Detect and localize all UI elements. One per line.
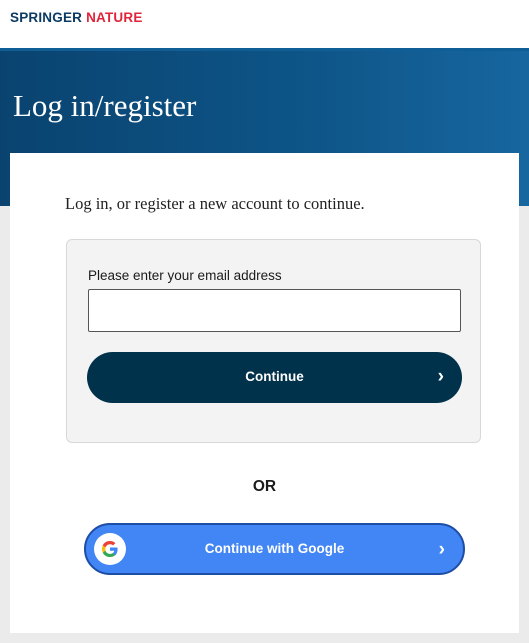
springer-nature-logo[interactable]: SPRINGER NATURE — [10, 10, 143, 25]
logo-nature: NATURE — [86, 10, 143, 25]
continue-with-google-button[interactable]: Continue with Google › — [84, 523, 465, 575]
page-title: Log in/register — [13, 88, 197, 123]
continue-button[interactable]: Continue › — [87, 352, 462, 403]
login-card: Log in, or register a new account to con… — [10, 153, 519, 633]
email-panel: Please enter your email address Continue… — [66, 239, 481, 443]
or-divider: OR — [252, 478, 277, 495]
top-bar: SPRINGER NATURE — [0, 0, 529, 48]
email-input[interactable] — [88, 289, 461, 332]
continue-button-label: Continue — [245, 369, 304, 384]
chevron-right-icon: › — [438, 539, 445, 560]
intro-text: Log in, or register a new account to con… — [65, 194, 365, 213]
chevron-right-icon: › — [437, 366, 444, 387]
logo-springer: SPRINGER — [10, 10, 83, 25]
email-label: Please enter your email address — [88, 268, 282, 283]
google-button-label: Continue with Google — [204, 541, 345, 556]
